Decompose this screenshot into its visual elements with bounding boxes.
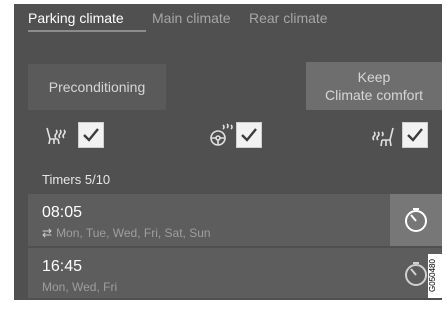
timer-days: Mon, Wed, Fri bbox=[42, 280, 118, 294]
steering-wheel-heating-checkbox[interactable] bbox=[236, 122, 262, 148]
rear-seat-heating-icon bbox=[370, 126, 396, 153]
figure-code: G050480 bbox=[428, 254, 442, 298]
tab-rear-climate[interactable]: Rear climate bbox=[249, 10, 328, 26]
timer-days: ⇄ Mon, Tue, Wed, Fri, Sat, Sun bbox=[42, 226, 211, 240]
timer-time: 16:45 bbox=[42, 258, 83, 275]
tab-parking-climate[interactable]: Parking climate bbox=[28, 10, 124, 26]
repeat-icon: ⇄ bbox=[42, 226, 53, 240]
preconditioning-button[interactable]: Preconditioning bbox=[28, 64, 166, 110]
keep-button-line1: Keep bbox=[357, 69, 391, 85]
timer-row[interactable]: 16:45 Mon, Wed, Fri bbox=[28, 248, 442, 298]
timer-toggle-button[interactable] bbox=[390, 194, 442, 246]
stopwatch-icon bbox=[405, 208, 427, 232]
timer-days-text: Mon, Tue, Wed, Fri, Sat, Sun bbox=[56, 226, 211, 240]
tab-main-climate[interactable]: Main climate bbox=[152, 10, 231, 26]
parking-climate-screen: Parking climate Main climate Rear climat… bbox=[14, 4, 442, 300]
timer-row[interactable]: 08:05 ⇄ Mon, Tue, Wed, Fri, Sat, Sun bbox=[28, 194, 442, 246]
seat-heating-icon bbox=[44, 126, 70, 151]
stopwatch-icon bbox=[405, 262, 427, 286]
active-tab-indicator bbox=[28, 30, 146, 32]
climate-tabs: Parking climate Main climate Rear climat… bbox=[14, 4, 442, 34]
timer-time: 08:05 bbox=[42, 204, 83, 221]
keep-button-line2: Climate comfort bbox=[324, 87, 424, 103]
rear-seat-heating-checkbox[interactable] bbox=[402, 122, 428, 148]
timers-heading: Timers 5/10 bbox=[42, 172, 111, 187]
seat-heating-checkbox[interactable] bbox=[78, 122, 104, 148]
keep-climate-comfort-button[interactable]: Keep Climate comfort bbox=[306, 62, 442, 110]
steering-wheel-heating-icon bbox=[208, 122, 234, 153]
